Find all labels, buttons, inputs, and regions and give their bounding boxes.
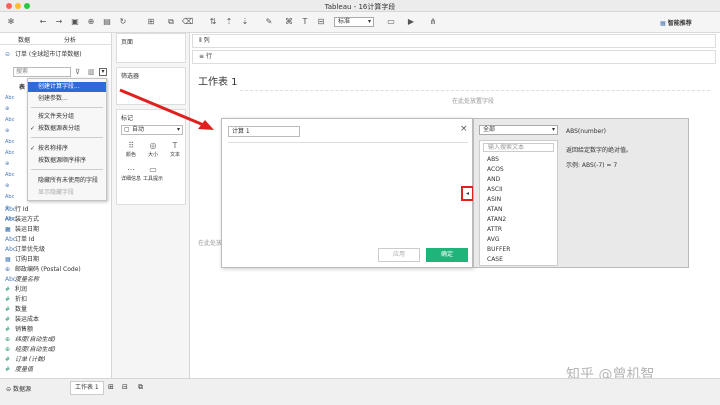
datasource-tab[interactable]: ⊝ 数据源 [6, 384, 31, 393]
new-dashboard-icon[interactable]: ⊟ [122, 383, 128, 391]
datasource-icon: ⊝ [6, 386, 12, 393]
sheet-tab[interactable]: 工作表 1 [70, 381, 104, 395]
status-bar: ⊝ 数据源 工作表 1 ⊞ ⊟ ⧉ [0, 378, 720, 405]
arrow-line [119, 88, 207, 128]
annotation-arrow [119, 88, 214, 130]
new-sheet-icon[interactable]: ⊞ [108, 383, 114, 391]
new-story-icon[interactable]: ⧉ [138, 383, 143, 392]
